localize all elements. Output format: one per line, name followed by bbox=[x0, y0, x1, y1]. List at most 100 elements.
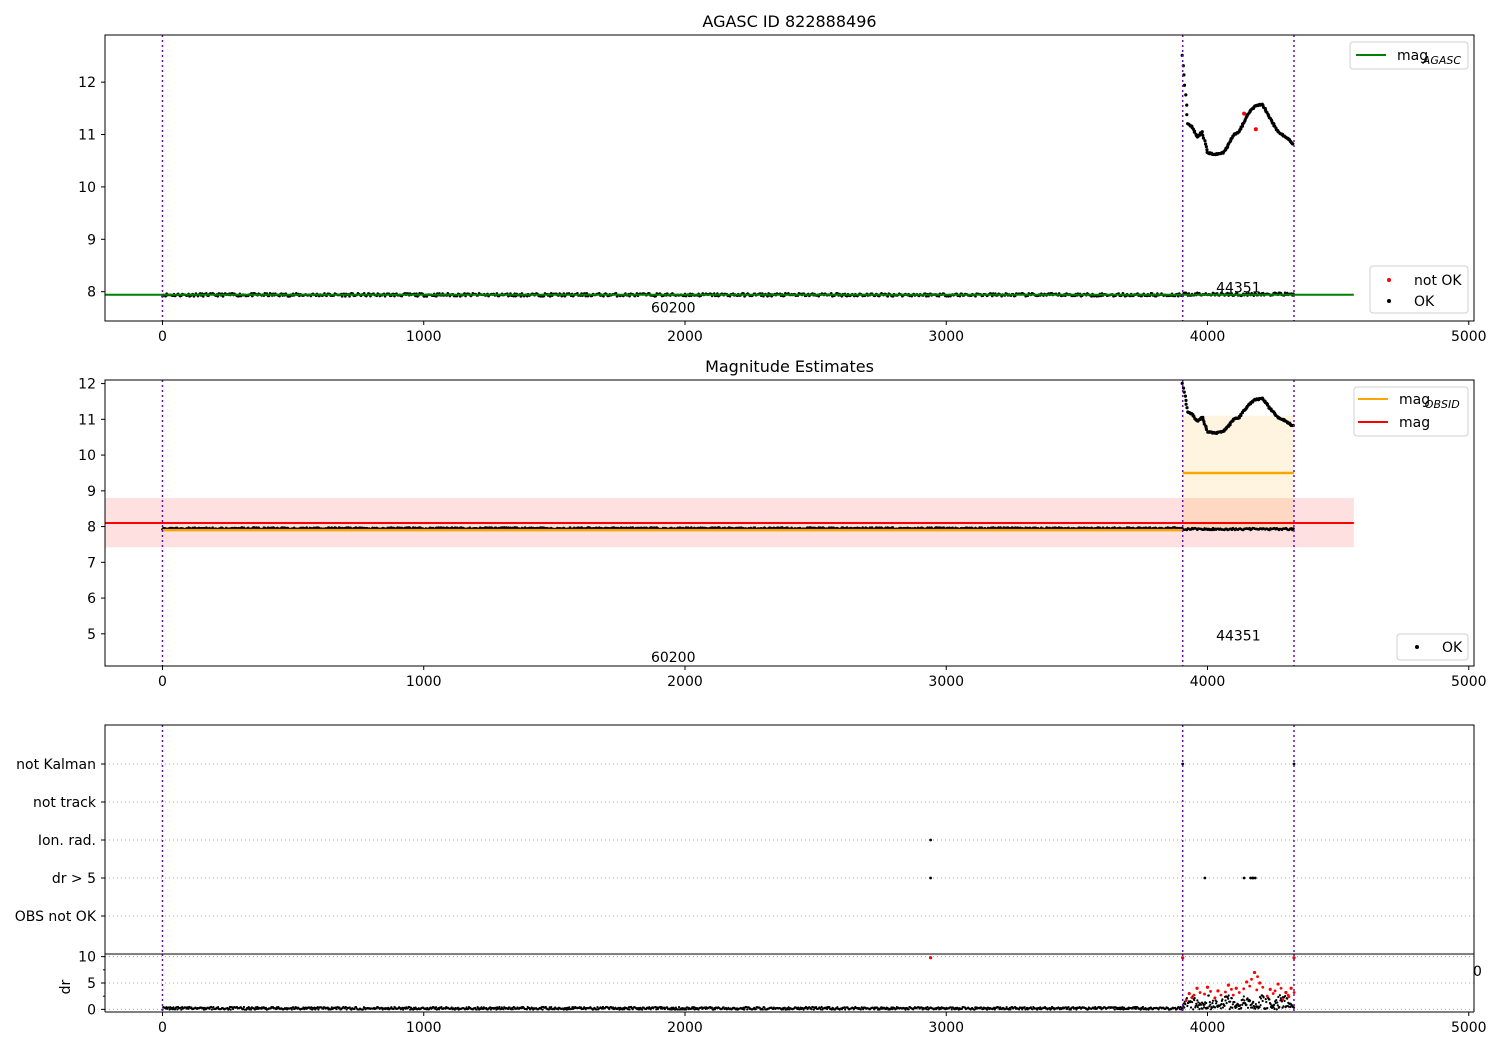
dr-ok-point bbox=[1245, 1003, 1248, 1006]
dr-not-ok-point bbox=[1224, 990, 1227, 994]
estimates-ok-point bbox=[1180, 381, 1184, 385]
estimates-ok-point bbox=[1183, 394, 1187, 398]
dr-ok-point bbox=[1227, 997, 1230, 1000]
flag-point bbox=[1292, 762, 1296, 766]
dr-not-ok-point bbox=[1226, 983, 1231, 987]
dr-ok-point bbox=[1242, 995, 1245, 998]
dr-not-ok-point bbox=[1271, 992, 1275, 995]
agasc-axes-frame bbox=[104, 34, 1475, 322]
dr-ok-point bbox=[1275, 1008, 1278, 1011]
dr-ok-point bbox=[1186, 1004, 1189, 1008]
estimates-legend-mag-obsid-subscript: OBSID bbox=[1425, 398, 1460, 411]
estimates-y-tick-label: 10 bbox=[78, 448, 96, 464]
dr-not-ok-point bbox=[1248, 984, 1252, 988]
dr-ok-point bbox=[810, 1008, 813, 1011]
dr-ok-point bbox=[761, 1008, 764, 1011]
estimates-y-tick-label: 11 bbox=[78, 412, 96, 428]
dr-ok-point bbox=[742, 1008, 746, 1011]
agasc-x-tick-label: 1000 bbox=[406, 329, 442, 345]
obsid-label: 44351 bbox=[1216, 280, 1261, 296]
agasc-legend-ok-swatch bbox=[1387, 299, 1391, 303]
dr-not-ok-point bbox=[1195, 986, 1199, 990]
flag-category-label: Ion. rad. bbox=[38, 833, 96, 849]
dr-x-tick-label: 2000 bbox=[667, 1020, 703, 1036]
dr-ok-point bbox=[1276, 1001, 1279, 1004]
agasc-ok-point bbox=[1185, 103, 1189, 107]
dr-ok-point bbox=[1196, 999, 1199, 1002]
figure-canvas: AGASC ID 82288849660200443510 1000 2000 300… bbox=[15, 12, 1487, 1036]
estimates-ok-point bbox=[1184, 398, 1188, 402]
estimates-x-tick-label: 0 bbox=[158, 674, 167, 690]
agasc-ok-point bbox=[1184, 93, 1188, 97]
agasc-y-tick-label: 8 bbox=[87, 285, 96, 301]
dr-ok-point bbox=[1224, 999, 1227, 1002]
dr-ok-point bbox=[1252, 1000, 1255, 1003]
agasc-x-tick-label: 5000 bbox=[1451, 329, 1487, 345]
dr-ok-point bbox=[511, 1008, 514, 1011]
dr-ok-point bbox=[1191, 1001, 1194, 1004]
dr-ok-point bbox=[1254, 1007, 1257, 1010]
agasc-x-tick-label: 0 bbox=[158, 329, 167, 345]
dr-ok-point bbox=[1113, 1008, 1116, 1011]
dr-ok-point bbox=[1273, 1003, 1276, 1006]
dr-ok-point bbox=[1275, 998, 1278, 1002]
agasc-y-tick-label: 11 bbox=[78, 128, 96, 144]
dr-ok-point bbox=[1239, 1004, 1242, 1007]
estimates-y-tick-label: 8 bbox=[87, 520, 96, 536]
dr-not-ok-point bbox=[1209, 990, 1212, 993]
dr-not-ok-point bbox=[1268, 987, 1272, 991]
figure: AGASC ID 822888496 60200 44351 0 1000 2000 300… bbox=[0, 0, 1500, 1050]
dr-axis-label: dr bbox=[58, 979, 74, 994]
dr-ok-point bbox=[434, 1006, 438, 1009]
dr-ok-point bbox=[1273, 1007, 1276, 1010]
dr-ok-point bbox=[1205, 1001, 1208, 1005]
dr-ok-point bbox=[1206, 1006, 1209, 1010]
estimates-y-tick-label: 6 bbox=[87, 591, 96, 607]
dr-ok-point bbox=[1257, 1001, 1261, 1004]
dr-ok-point bbox=[1183, 1006, 1186, 1009]
dr-ok-point bbox=[1213, 1006, 1217, 1009]
dr-ok-point bbox=[1067, 1005, 1070, 1009]
dr-y-tick-label: 0 bbox=[87, 1002, 96, 1018]
dr-ok-point bbox=[1259, 997, 1263, 1000]
dr-ok-point bbox=[907, 1008, 910, 1011]
dr-ok-point bbox=[550, 1005, 553, 1009]
dr-ok-point bbox=[1211, 999, 1215, 1002]
dr-ok-point bbox=[1251, 1006, 1254, 1009]
dr-ok-point bbox=[1262, 996, 1265, 999]
agasc-ok-point bbox=[1203, 139, 1207, 143]
dr-y-tick-label: 10 bbox=[78, 950, 96, 966]
dr-ok-point bbox=[1261, 999, 1264, 1003]
dr-ok-point bbox=[1211, 1001, 1214, 1005]
estimates-x-tick-label: 1000 bbox=[406, 674, 442, 690]
dr-ok-point bbox=[1009, 1008, 1012, 1011]
dr-ok-point bbox=[1225, 1002, 1228, 1005]
dr-ok-point bbox=[1249, 999, 1252, 1002]
agasc-title: AGASC ID 822888496 bbox=[702, 12, 876, 31]
dr-ok-point bbox=[1230, 997, 1233, 1000]
dr-ok-point bbox=[1208, 1001, 1211, 1004]
dr-ok-point bbox=[641, 1008, 644, 1011]
flag-point bbox=[929, 876, 932, 880]
dr-ok-point bbox=[1231, 1006, 1234, 1009]
dr-ok-point bbox=[754, 1008, 757, 1011]
estimates-x-tick-label: 2000 bbox=[667, 674, 703, 690]
dr-ok-point bbox=[844, 1008, 847, 1011]
dr-not-ok-point bbox=[1255, 988, 1259, 992]
dr-ok-point bbox=[1231, 1003, 1234, 1006]
dr-not-ok-point bbox=[1292, 956, 1296, 960]
dr-ok-point bbox=[1259, 1004, 1262, 1007]
dr-not-ok-point bbox=[928, 956, 933, 960]
dr-ok-point bbox=[1282, 1005, 1285, 1008]
dr-ok-point bbox=[210, 1008, 213, 1011]
dr-ok-point bbox=[1229, 1000, 1232, 1003]
estimates-ok-point bbox=[1204, 427, 1209, 431]
dr-ok-point bbox=[498, 1005, 501, 1009]
agasc-ok-point bbox=[1291, 142, 1295, 146]
dr-ok-point bbox=[1207, 994, 1210, 997]
dr-ok-point bbox=[628, 1008, 631, 1011]
dr-ok-point bbox=[242, 1005, 246, 1009]
dr-not-ok-point bbox=[1261, 985, 1265, 989]
agasc-legend-mag-subscript: AGASC bbox=[1422, 54, 1462, 67]
dr-not-ok-point bbox=[1187, 991, 1191, 996]
